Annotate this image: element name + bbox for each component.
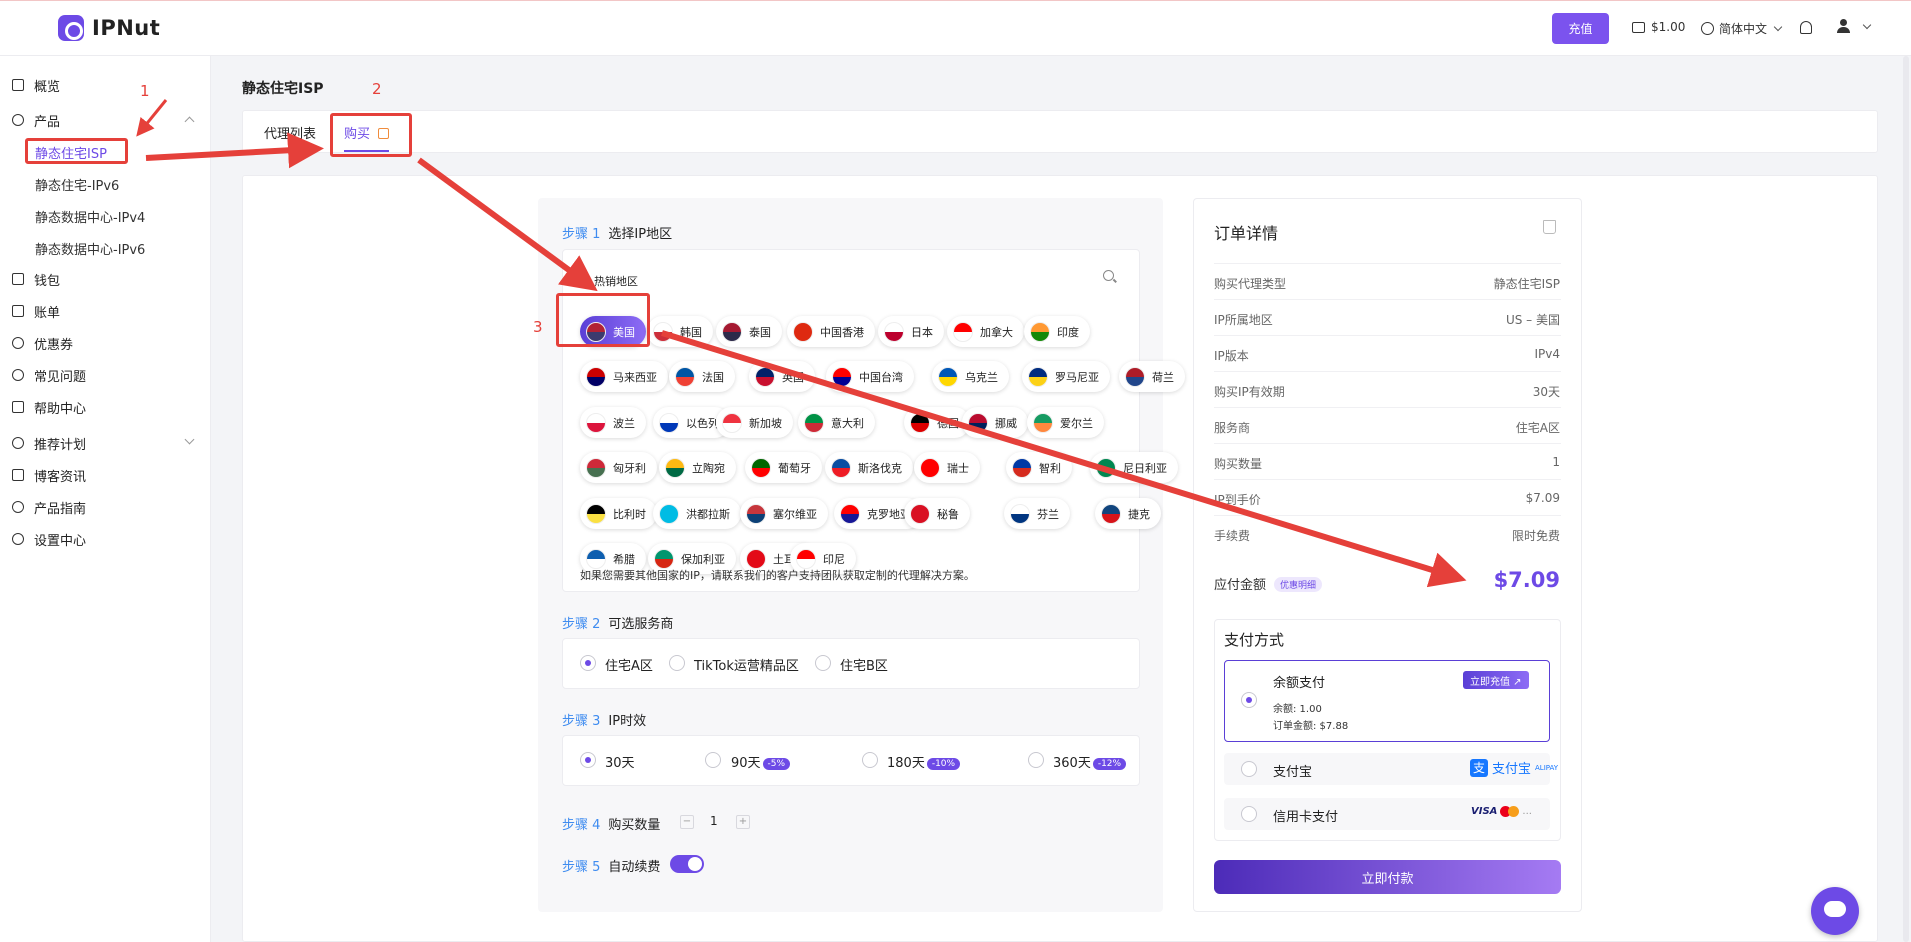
arrow-to-sidebar: [136, 99, 168, 137]
annotation-arrows: [136, 99, 1467, 588]
arrow-to-total: [661, 330, 1467, 588]
arrow-to-us-region: [417, 157, 598, 292]
arrow-to-buy-tab: [145, 132, 324, 169]
